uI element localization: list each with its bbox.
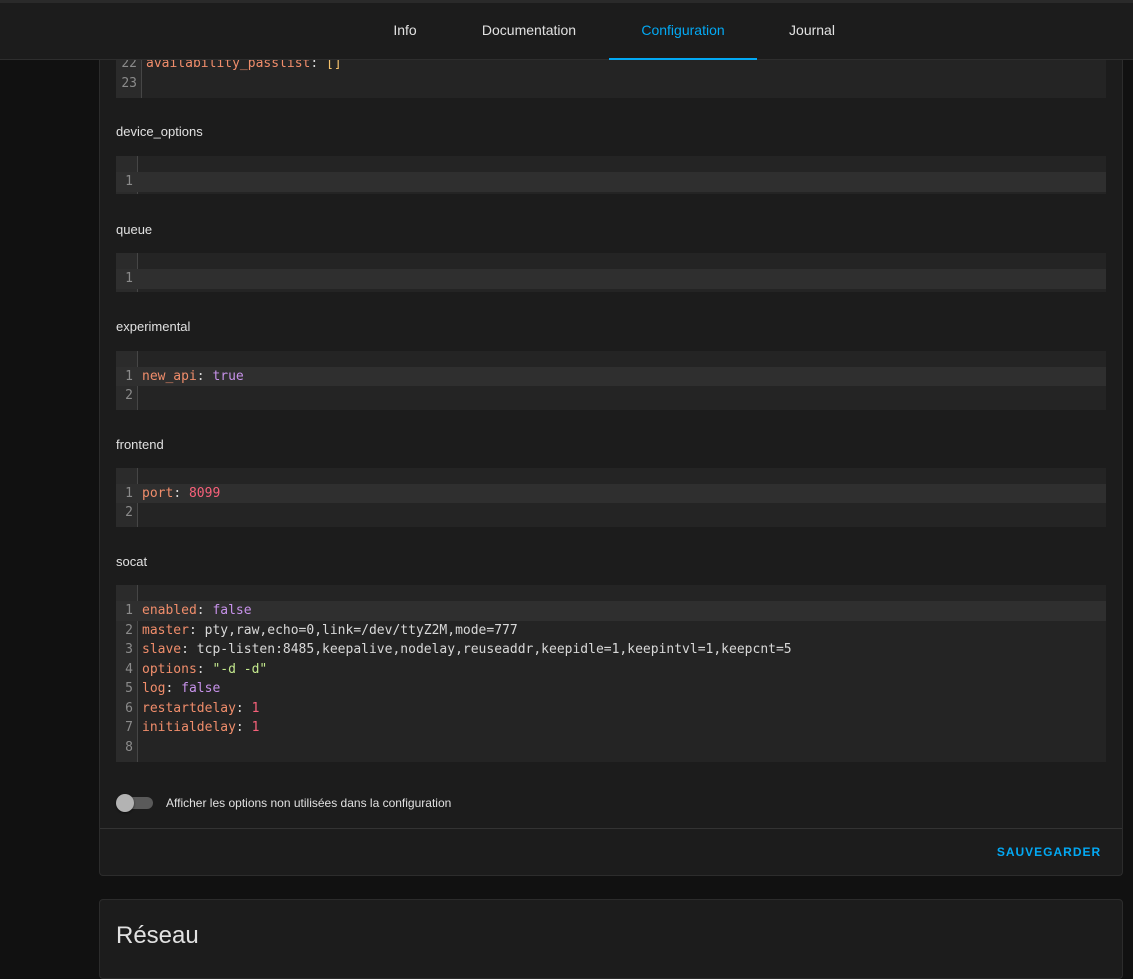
yaml-value: "-d -d" [212, 661, 268, 677]
experimental-label: experimental [116, 319, 191, 334]
toggle-thumb [116, 794, 134, 812]
line-number: 1 [125, 271, 133, 286]
socat-label: socat [116, 554, 148, 569]
queue-yaml-editor[interactable]: 1 [116, 253, 1106, 292]
tab-configuration[interactable]: Configuration [609, 0, 757, 60]
yaml-value: false [181, 681, 221, 696]
frontend-label: frontend [116, 437, 164, 452]
yaml-value: 8099 [188, 485, 221, 501]
experimental-yaml-editor[interactable]: 1 new_api: true 2 [116, 351, 1106, 410]
editor-line: 1 port: 8099 [116, 483, 1106, 503]
line-number: 7 [125, 720, 133, 735]
yaml-value: true [212, 368, 244, 384]
line-number: 5 [125, 681, 133, 696]
editor-line: 23 [116, 74, 1106, 94]
editor-line: 5 log: false [116, 679, 1106, 699]
editor-line: 1 new_api: true [116, 366, 1106, 386]
network-card-title: Réseau [116, 922, 199, 949]
save-button[interactable]: SAUVEGARDER [988, 840, 1110, 864]
editor-line: 1 [116, 172, 1106, 192]
yaml-key: enabled [142, 603, 197, 618]
line-number: 6 [125, 700, 133, 716]
editor-line: 3 slave: tcp-listen:8485,keepalive,nodel… [116, 640, 1106, 660]
yaml-value: false [212, 603, 252, 618]
editor-line: 2 [116, 503, 1106, 523]
line-number: 2 [125, 505, 133, 520]
network-card [99, 899, 1123, 979]
show-unused-options-toggle[interactable] [116, 794, 153, 812]
line-number: 23 [121, 75, 137, 91]
frontend-yaml-editor[interactable]: 1 port: 8099 2 [116, 468, 1106, 527]
queue-label: queue [116, 222, 153, 237]
yaml-key: initialdelay [142, 720, 236, 735]
line-number: 8 [125, 739, 133, 755]
yaml-key: log [142, 681, 166, 696]
top-tab-bar: Info Documentation Configuration Journal [0, 0, 1133, 60]
editor-line: 7 initialdelay: 1 [116, 718, 1106, 738]
device-options-label: device_options [116, 124, 203, 139]
yaml-value: 1 [251, 700, 260, 716]
yaml-key: master [142, 622, 189, 638]
editor-line: 2 master: pty,raw,echo=0,link=/dev/ttyZ2… [116, 621, 1106, 641]
line-number: 1 [125, 485, 133, 501]
yaml-value: tcp-listen:8485,keepalive,nodelay,reusea… [196, 642, 792, 657]
tab-documentation[interactable]: Documentation [470, 0, 588, 59]
yaml-key: slave [142, 642, 182, 657]
availability-yaml-editor[interactable]: 22 availability_passlist: [] 23 [116, 54, 1106, 98]
device-options-yaml-editor[interactable]: 1 [116, 156, 1106, 194]
editor-line: 4 options: "-d -d" [116, 660, 1106, 680]
yaml-key: restartdelay [142, 700, 236, 716]
yaml-key: new_api [142, 368, 197, 384]
socat-yaml-editor[interactable]: 1 enabled: false 2 master: pty,raw,echo=… [116, 585, 1106, 762]
line-number: 1 [125, 603, 133, 618]
editor-line: 2 [116, 386, 1106, 406]
line-number: 1 [125, 174, 133, 189]
editor-line: 1 enabled: false [116, 601, 1106, 621]
editor-line: 6 restartdelay: 1 [116, 699, 1106, 719]
yaml-value: 1 [251, 720, 260, 735]
show-unused-options-label: Afficher les options non utilisées dans … [166, 796, 452, 810]
card-actions-divider [100, 828, 1122, 829]
yaml-key: options [142, 661, 197, 677]
tab-journal[interactable]: Journal [782, 0, 842, 59]
line-number: 2 [125, 388, 133, 403]
editor-line: 1 [116, 269, 1106, 289]
line-number: 1 [125, 368, 133, 384]
yaml-key: port [142, 485, 174, 501]
line-number: 4 [125, 661, 133, 677]
line-number: 3 [125, 642, 133, 657]
yaml-value: pty,raw,echo=0,link=/dev/ttyZ2M,mode=777 [204, 622, 518, 638]
line-number: 2 [125, 622, 133, 638]
editor-line: 8 [116, 738, 1106, 758]
tab-info[interactable]: Info [385, 0, 425, 59]
